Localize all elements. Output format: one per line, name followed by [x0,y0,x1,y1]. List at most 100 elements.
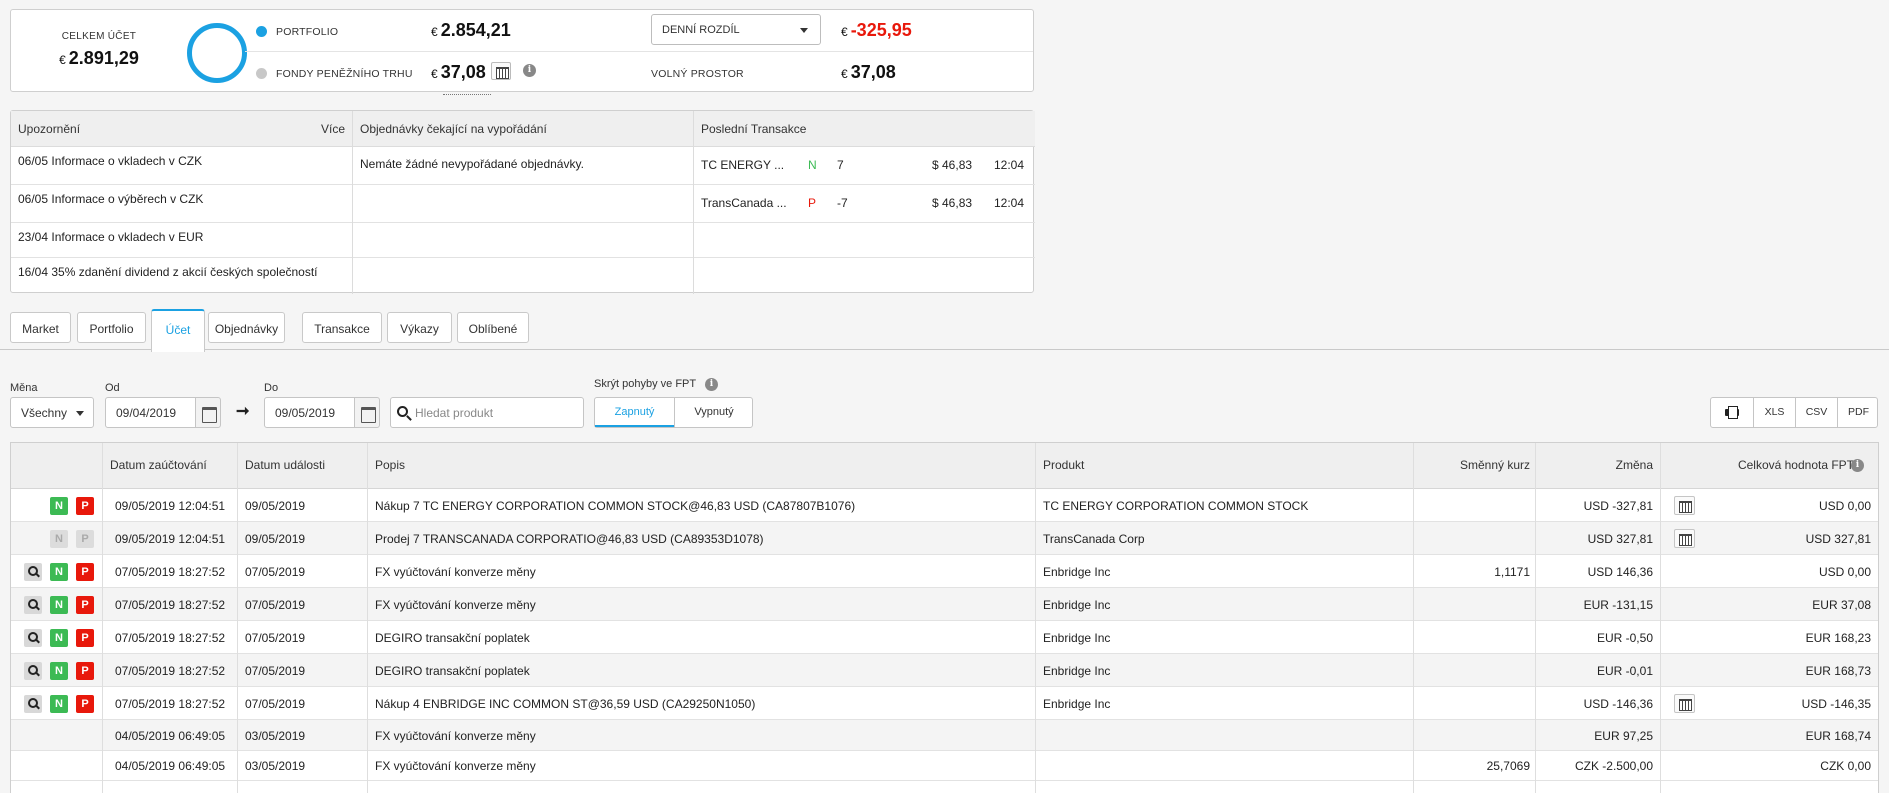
table-row[interactable]: N P 09/05/2019 12:04:51 09/05/2019 Nákup 7 T… [11,489,1878,522]
toggle-off-option[interactable]: Vypnutý [674,398,753,427]
fpt-total-value: USD 0,00 [1818,565,1871,579]
search-icon[interactable] [24,563,42,581]
product-search-input[interactable]: Hledat produkt [390,397,584,428]
col-product[interactable]: Produkt [1043,458,1084,472]
description: Nákup 4 ENBRIDGE INC COMMON ST@36,59 USD… [375,697,756,711]
sell-button[interactable]: P [76,695,94,713]
buy-button[interactable]: N [50,497,68,515]
notice-item[interactable]: 06/05 Informace o vkladech v CZK [11,147,352,185]
from-date-input[interactable]: 09/04/2019 [105,397,196,428]
fpt-total-value: USD 0,00 [1818,499,1871,513]
change-amount: USD -327,81 [1583,499,1653,513]
notice-item[interactable]: 06/05 Informace o výběrech v CZK [11,185,352,223]
account-summary: CELKEM ÚČET €2.891,29 PORTFOLIO €2.854,2… [10,9,1034,95]
notice-item[interactable]: 23/04 Informace o vkladech v EUR [11,223,352,258]
table-row[interactable]: 04/05/2019 06:49:05 03/05/2019 FX vyúčtová… [11,751,1878,781]
description: Prodej 7 TRANSCANADA CORPORATIO@46,83 US… [375,532,764,546]
buy-button[interactable]: N [50,662,68,680]
recent-transaction-row[interactable]: TransCanada ... P -7 $ 46,83 12:04 [694,185,1035,223]
table-row[interactable]: N P 07/05/2019 18:27:52 07/05/2019 FX vyúčto… [11,588,1878,621]
tab-account[interactable]: Účet [151,309,205,352]
sell-button[interactable]: P [76,596,94,614]
event-date: 09/05/2019 [245,499,306,513]
change-amount: EUR -0,01 [1596,664,1653,678]
col-fpt-total[interactable]: Celková hodnota FPT [1661,458,1854,472]
tab-market[interactable]: Market [10,312,71,343]
search-icon[interactable] [24,596,42,614]
table-row[interactable]: N P 07/05/2019 18:27:52 07/05/2019 DEGIRO tr… [11,621,1878,654]
change-amount: EUR -0,50 [1596,631,1653,645]
fpt-total-value: EUR 168,23 [1805,631,1871,645]
to-calendar-icon[interactable] [354,397,380,428]
currency-select[interactable]: Všechny [10,397,94,428]
product-name[interactable]: Enbridge Inc [1043,631,1110,645]
description: DEGIRO transakční poplatek [375,631,530,645]
notice-item[interactable]: 16/04 35% zdanění dividend z akcií český… [11,258,352,294]
tab-transactions[interactable]: Transakce [302,312,382,343]
buy-button[interactable]: N [50,596,68,614]
description: FX vyúčtování konverze měny [375,759,536,773]
export-pdf-button[interactable]: PDF [1837,398,1879,427]
exchange-rate: 25,7069 [1486,759,1530,773]
booking-date: 09/05/2019 12:04:51 [115,532,226,546]
hide-fpt-label: Skrýt pohyby ve FPT [594,378,697,390]
search-icon[interactable] [24,695,42,713]
product-name[interactable]: TC ENERGY CORPORATION COMMON STOCK [1043,499,1308,513]
info-icon[interactable]: i [1851,459,1864,472]
search-icon[interactable] [24,662,42,680]
funds-dot-icon [256,68,267,79]
change-amount: EUR 97,25 [1594,729,1653,743]
allocation-donut-chart [187,23,247,83]
toggle-on-option[interactable]: Zapnutý [595,398,674,427]
table-row[interactable]: 04/05/2019 06:49:05 03/05/2019 FX vyúčtová… [11,720,1878,751]
to-date-input[interactable]: 09/05/2019 [264,397,355,428]
tab-reports[interactable]: Výkazy [387,312,452,343]
change-amount: CZK -2.500,00 [1574,759,1653,773]
info-icon[interactable]: i [705,378,718,391]
buy-button[interactable]: N [50,695,68,713]
table-row[interactable]: N P 07/05/2019 18:27:52 07/05/2019 DEGIRO tr… [11,654,1878,687]
sell-button[interactable]: P [76,629,94,647]
from-calendar-icon[interactable] [195,397,221,428]
tab-orders[interactable]: Objednávky [208,312,285,343]
product-name[interactable]: Enbridge Inc [1043,664,1110,678]
col-exchange-rate[interactable]: Směnný kurz [1413,458,1530,472]
print-button[interactable] [1711,398,1753,427]
booking-date: 07/05/2019 18:27:52 [115,631,226,645]
col-description[interactable]: Popis [375,458,405,472]
daily-diff-select[interactable]: DENNÍ ROZDÍL [651,14,821,45]
total-account: CELKEM ÚČET €2.891,29 [11,10,187,93]
product-name[interactable]: Enbridge Inc [1043,598,1110,612]
table-row[interactable]: N P 07/05/2019 18:27:52 07/05/2019 Nákup 4 E… [11,687,1878,720]
col-booking-date[interactable]: Datum zaúčtování [110,458,207,472]
product-name[interactable]: Enbridge Inc [1043,565,1110,579]
info-icon[interactable]: i [523,64,536,77]
free-space-value: €37,08 [841,62,896,82]
sell-button[interactable]: P [76,563,94,581]
tab-portfolio[interactable]: Portfolio [77,312,146,343]
hide-fpt-toggle[interactable]: Zapnutý Vypnutý [594,397,753,428]
product-name[interactable]: Enbridge Inc [1043,697,1110,711]
event-date: 03/05/2019 [245,729,306,743]
calendar-icon[interactable] [491,62,511,80]
event-date: 07/05/2019 [245,565,306,579]
search-icon[interactable] [24,629,42,647]
recent-transactions-panel: Poslední Transakce TC ENERGY ... N 7 $ 4… [694,111,1035,294]
buy-button-disabled: N [50,530,68,548]
description: Nákup 7 TC ENERGY CORPORATION COMMON STO… [375,499,856,513]
table-row[interactable]: N P 09/05/2019 12:04:51 09/05/2019 Prodej 7 … [11,522,1878,555]
product-name[interactable]: TransCanada Corp [1043,532,1145,546]
tab-favorites[interactable]: Oblíbené [457,312,529,343]
notices-more-link[interactable]: Více [321,122,345,136]
col-change[interactable]: Změna [1535,458,1653,472]
recent-transaction-row[interactable]: TC ENERGY ... N 7 $ 46,83 12:04 [694,147,1035,185]
col-event-date[interactable]: Datum události [245,458,325,472]
buy-button[interactable]: N [50,563,68,581]
fpt-total-value: USD 327,81 [1805,532,1871,546]
sell-button[interactable]: P [76,662,94,680]
export-csv-button[interactable]: CSV [1795,398,1837,427]
sell-button[interactable]: P [76,497,94,515]
buy-button[interactable]: N [50,629,68,647]
export-xls-button[interactable]: XLS [1753,398,1795,427]
table-row[interactable]: N P 07/05/2019 18:27:52 07/05/2019 FX vyúčto… [11,555,1878,588]
